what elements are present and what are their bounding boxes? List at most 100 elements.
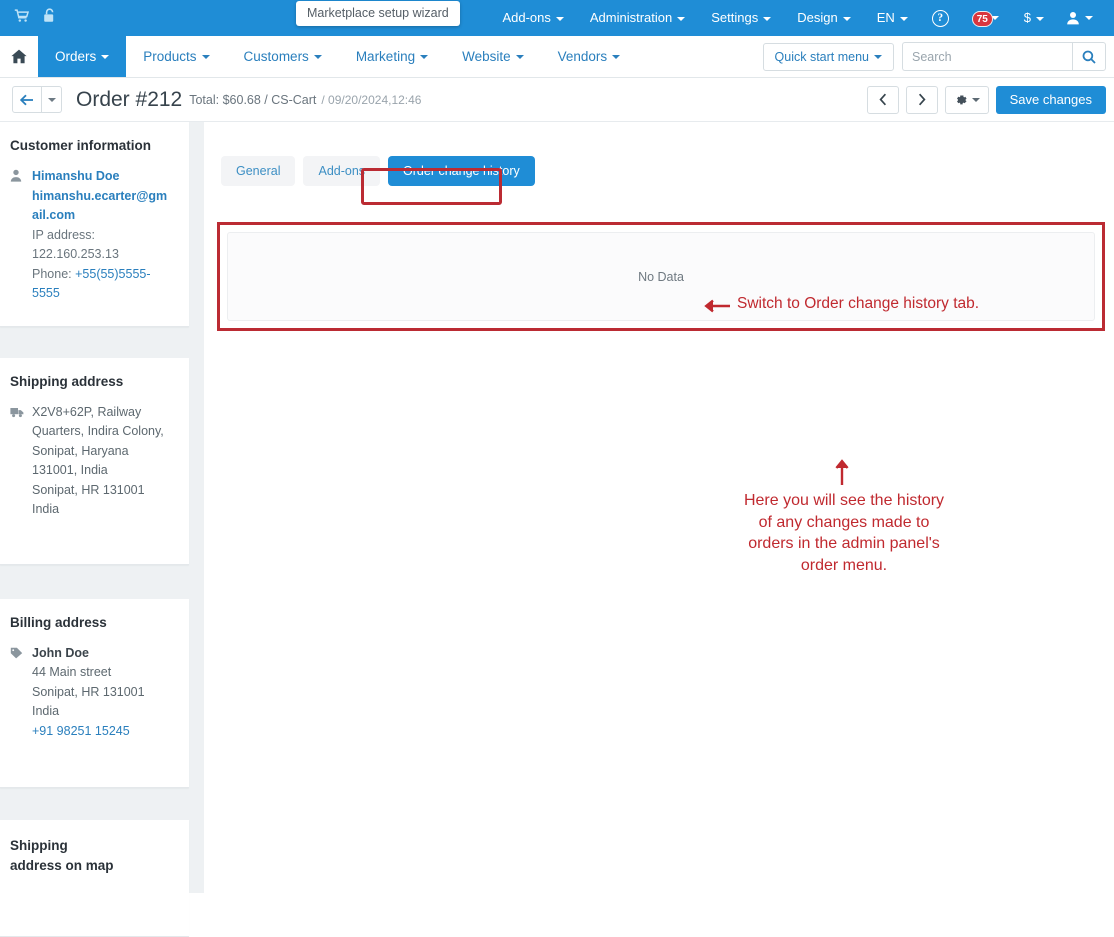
shipping-address-heading: Shipping address — [10, 373, 124, 389]
chevron-down-icon — [201, 54, 210, 59]
help-button[interactable]: ? — [921, 9, 960, 27]
nav-item-customers-label: Customers — [243, 49, 309, 64]
billing-address-card: Billing address John Doe 44 Main street … — [0, 598, 189, 788]
nav-item-marketing[interactable]: Marketing — [339, 36, 445, 77]
billing-address-details: John Doe 44 Main street Sonipat, HR 1310… — [32, 644, 173, 742]
billing-address-line: Sonipat, HR 131001 — [32, 684, 145, 699]
chevron-down-icon — [47, 97, 56, 102]
chevron-right-icon — [918, 93, 926, 106]
menu-add-ons[interactable]: Add-ons — [489, 0, 576, 36]
cart-icon[interactable] — [14, 8, 30, 28]
panel-annotation-line: orders in the admin panel's — [748, 535, 940, 552]
menu-language[interactable]: EN — [864, 0, 921, 36]
chevron-down-icon — [971, 97, 980, 102]
tab-annotation-text: Switch to Order change history tab. — [737, 295, 980, 312]
arrow-left-icon — [704, 299, 730, 313]
top-bar-right-menus: Add-ons Administration Settings Design E… — [489, 0, 1114, 36]
nav-item-orders-label: Orders — [55, 49, 97, 64]
chevron-down-icon — [555, 16, 564, 21]
chevron-down-icon — [1085, 16, 1093, 20]
user-icon — [1067, 12, 1079, 25]
account-menu[interactable] — [1055, 11, 1104, 25]
page-title: Order #212 — [76, 87, 183, 111]
chevron-down-icon — [677, 16, 686, 21]
billing-address-line: 44 Main street — [32, 665, 112, 679]
shipping-address-line: Sonipat, HR 131001 — [32, 482, 145, 497]
nav-item-website[interactable]: Website — [445, 36, 541, 77]
shipping-address-line: X2V8+62P, Railway Quarters, Indira Colon… — [32, 404, 164, 478]
order-tabs: General Add-ons Order change history — [204, 122, 1114, 186]
panel-annotation-line: order menu. — [800, 556, 888, 574]
nav-item-orders[interactable]: Orders — [38, 36, 127, 77]
menu-design[interactable]: Design — [784, 0, 863, 36]
quick-start-menu-button[interactable]: Quick start menu — [762, 42, 894, 71]
nav-item-products-label: Products — [143, 49, 197, 64]
shipping-address-details: X2V8+62P, Railway Quarters, Indira Colon… — [32, 403, 173, 520]
top-bar-center: Marketplace setup wizard — [56, 0, 489, 36]
customer-email[interactable]: himanshu.ecarter@gmail.com — [32, 187, 173, 226]
shipping-address-map-card: Shipping address on map — [0, 820, 189, 937]
order-total-meta: Total: $60.68 / CS-Cart — [189, 92, 317, 107]
notifications-button[interactable]: 75 — [960, 10, 1013, 27]
arrow-up-icon — [835, 459, 849, 485]
customer-details: Himanshu Doe himanshu.ecarter@gmail.com … — [32, 167, 173, 304]
nav-item-products[interactable]: Products — [126, 36, 226, 77]
tab-add-ons[interactable]: Add-ons — [303, 156, 381, 186]
tab-order-change-history-label: Order change history — [403, 164, 520, 178]
gear-icon — [956, 95, 967, 104]
back-dropdown-button[interactable] — [42, 86, 62, 113]
order-settings-button[interactable] — [944, 85, 989, 114]
menu-settings[interactable]: Settings — [698, 0, 784, 36]
shipping-address-map-heading: Shipping address on map — [10, 838, 114, 873]
nav-right-tools: Quick start menu — [762, 36, 1114, 77]
tab-order-change-history[interactable]: Order change history — [388, 156, 535, 186]
menu-language-label: EN — [876, 10, 895, 25]
back-button-group — [12, 86, 62, 113]
search-icon — [1082, 50, 1096, 64]
marketplace-setup-wizard-tooltip[interactable]: Marketplace setup wizard — [296, 1, 460, 26]
search-box — [902, 42, 1106, 71]
customer-name[interactable]: Himanshu Doe — [32, 167, 173, 187]
tab-general[interactable]: General — [221, 156, 296, 186]
top-bar-left-icons — [0, 8, 56, 28]
nav-item-website-label: Website — [462, 49, 511, 64]
quick-start-menu-label: Quick start menu — [774, 49, 869, 64]
nav-item-customers[interactable]: Customers — [227, 36, 339, 77]
main-navigation: Orders Products Customers Marketing Webs… — [0, 36, 1114, 78]
currency-selector[interactable]: $ — [1013, 0, 1055, 36]
chevron-down-icon — [101, 54, 110, 59]
main-content: General Add-ons Order change history No … — [204, 122, 1114, 893]
unlock-icon[interactable] — [43, 8, 56, 28]
menu-administration[interactable]: Administration — [577, 0, 698, 36]
tab-add-ons-label: Add-ons — [318, 164, 366, 178]
nav-item-vendors[interactable]: Vendors — [541, 36, 638, 77]
page-header: Order #212 Total: $60.68 / CS-Cart / 09/… — [0, 78, 1114, 122]
panel-annotation-text: Here you will see the history of any cha… — [659, 490, 1029, 576]
panel-annotation-line: of any changes made to — [758, 513, 930, 531]
menu-design-label: Design — [797, 10, 838, 25]
menu-add-ons-label: Add-ons — [502, 10, 551, 25]
shipping-address-line: India — [32, 502, 60, 516]
user-icon — [10, 167, 24, 304]
chevron-down-icon — [899, 16, 908, 21]
chevron-down-icon — [1036, 16, 1044, 21]
phone-label: Phone: — [32, 266, 72, 281]
previous-order-button[interactable] — [866, 85, 899, 114]
home-icon — [11, 49, 27, 64]
ip-address-label: IP address: — [32, 227, 96, 242]
sidebar: Customer information Himanshu Doe himans… — [0, 122, 189, 937]
order-date: / 09/20/2024,12:46 — [321, 92, 422, 107]
no-data-message: No Data — [638, 269, 684, 284]
next-order-button[interactable] — [905, 85, 938, 114]
home-button[interactable] — [0, 36, 38, 77]
chevron-down-icon — [874, 55, 882, 60]
billing-name: John Doe — [32, 645, 89, 660]
search-button[interactable] — [1072, 42, 1106, 71]
ip-address-value: 122.160.253.13 — [32, 247, 119, 261]
search-input[interactable] — [902, 42, 1072, 71]
billing-phone[interactable]: +91 98251 15245 — [32, 722, 173, 742]
tag-icon — [10, 644, 24, 742]
save-changes-button[interactable]: Save changes — [995, 85, 1106, 114]
truck-icon — [10, 403, 24, 520]
back-button[interactable] — [12, 86, 42, 113]
